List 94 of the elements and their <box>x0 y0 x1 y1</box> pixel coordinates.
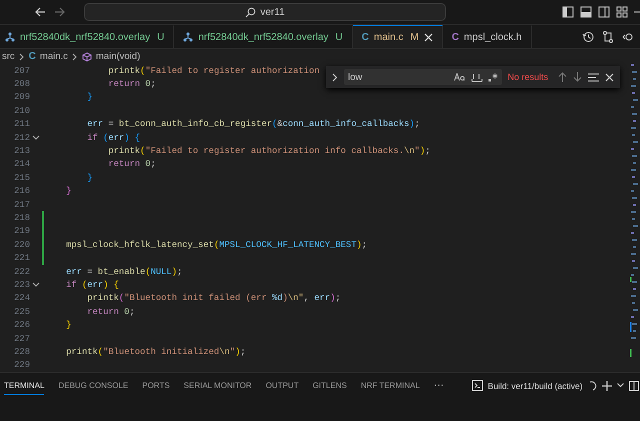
line-number: 222 <box>13 266 30 277</box>
line-number: 220 <box>13 240 30 250</box>
regex-icon[interactable] <box>488 72 498 82</box>
c-file-icon: C <box>28 51 36 62</box>
node-tree-icon <box>5 32 15 42</box>
find-in-selection-icon[interactable] <box>588 72 599 82</box>
c-file-icon: C <box>362 32 369 42</box>
chevron-right-icon[interactable] <box>332 72 338 82</box>
line-number: 213 <box>13 146 30 156</box>
search-icon <box>245 6 256 18</box>
code-line: } <box>65 320 72 330</box>
line-number: 219 <box>13 226 30 236</box>
timeline-icon[interactable] <box>622 30 634 42</box>
line-number: 214 <box>13 159 30 170</box>
panel-toggle-icon[interactable] <box>580 6 592 18</box>
editor-tab[interactable]: C mpsl_clock.h <box>442 25 532 48</box>
split-terminal-icon[interactable] <box>628 380 639 391</box>
arrow-down-icon[interactable] <box>573 72 582 82</box>
line-number: 226 <box>13 320 30 330</box>
cube-icon <box>82 52 92 62</box>
line-number: 229 <box>13 360 30 370</box>
panel-tab[interactable]: NRF TERMINAL <box>360 376 420 396</box>
find-input[interactable]: low <box>344 69 502 85</box>
code-line: return 0; <box>86 306 135 317</box>
caret-icon[interactable] <box>616 383 624 388</box>
header-file-icon: C <box>452 32 459 42</box>
code-line: printk("Bluetooth init failed (err %d)\n", err); <box>86 293 341 304</box>
line-number: 225 <box>13 306 30 317</box>
code-line: printk("Failed to register authorization <box>107 66 320 76</box>
panel-tab[interactable]: TERMINAL <box>4 376 44 396</box>
git-status-label: M <box>410 32 419 42</box>
line-number: 217 <box>13 200 30 210</box>
fold-chevron-icon[interactable] <box>32 282 40 288</box>
line-number: 215 <box>13 172 30 183</box>
plus-icon[interactable] <box>602 380 612 391</box>
breadcrumb-item[interactable]: main(void) <box>96 51 140 62</box>
sidebar-toggle-icon[interactable] <box>562 6 574 18</box>
code-line: return 0; <box>107 159 156 170</box>
compare-changes-icon[interactable] <box>602 30 614 42</box>
arrow-up-icon[interactable] <box>558 72 568 82</box>
secondary-sidebar-icon[interactable] <box>598 6 610 18</box>
line-number: 212 <box>13 132 30 143</box>
fold-chevron-icon[interactable] <box>32 134 40 141</box>
line-number: 218 <box>13 212 30 223</box>
code-line: printk("Failed to register authorization info callbacks.\n"); <box>107 146 430 156</box>
line-number: 227 <box>13 334 30 344</box>
history-icon[interactable] <box>582 30 594 42</box>
close-icon[interactable] <box>424 32 433 42</box>
line-number: 216 <box>13 186 30 196</box>
line-number: 228 <box>13 346 30 357</box>
no-results-text: No results <box>508 72 548 82</box>
line-number: 210 <box>13 106 30 116</box>
layout-grid-icon[interactable] <box>616 6 628 18</box>
command-center-search[interactable]: ver11 <box>84 3 446 21</box>
chevron-right-icon <box>72 52 78 60</box>
code-line: } <box>86 172 93 183</box>
panel-tab[interactable]: PORTS <box>142 376 170 396</box>
breadcrumb-item[interactable]: src <box>2 51 15 62</box>
git-status-label: U <box>157 32 164 42</box>
line-number: 221 <box>13 253 30 264</box>
code-line: err = bt_enable(NULL); <box>65 266 182 277</box>
node-tree-icon <box>183 32 194 42</box>
more-tabs-button[interactable]: ··· <box>434 380 444 392</box>
forward-arrow-icon[interactable] <box>54 6 66 18</box>
line-number: 211 <box>13 119 30 130</box>
line-number: 224 <box>13 293 30 304</box>
code-line: return 0; <box>107 79 156 90</box>
chevron-right-icon <box>18 52 25 60</box>
breadcrumb-item[interactable]: main.c <box>40 51 68 62</box>
code-line: } <box>65 186 72 196</box>
panel-tab[interactable]: GITLENS <box>312 376 347 396</box>
code-line: if (err) { <box>65 280 119 290</box>
code-line: err = bt_conn_auth_info_cb_register(&conn_auth_info_callbacks); <box>86 119 420 130</box>
code-line: printk("Bluetooth initialized\n"); <box>65 346 246 357</box>
terminal-icon <box>472 380 483 392</box>
whole-word-icon[interactable] <box>470 72 483 82</box>
back-arrow-icon[interactable] <box>34 6 46 18</box>
terminal-selector[interactable]: Build: ver11/build (active) <box>488 380 583 391</box>
git-status-label: U <box>335 32 343 42</box>
code-line: } <box>86 92 93 102</box>
close-icon[interactable] <box>605 72 614 82</box>
code-line: mpsl_clock_hfclk_latency_set(MPSL_CLOCK_HF_LATENCY_BEST); <box>65 240 368 250</box>
line-number: 208 <box>13 79 30 90</box>
panel-tab[interactable]: OUTPUT <box>266 376 299 396</box>
panel-tab[interactable]: SERIAL MONITOR <box>184 376 252 396</box>
loading-spinner-icon <box>588 380 597 391</box>
line-number: 223 <box>13 280 30 290</box>
editor-tab[interactable]: nrf52840dk_nrf52840.overlay U <box>0 25 174 48</box>
code-line: if (err) { <box>86 132 140 143</box>
line-number: 209 <box>13 92 30 102</box>
panel-tab[interactable]: DEBUG CONSOLE <box>58 376 128 396</box>
line-number: 207 <box>13 66 30 76</box>
match-case-icon[interactable] <box>454 73 466 81</box>
editor-tab[interactable]: C main.c M <box>352 25 443 48</box>
